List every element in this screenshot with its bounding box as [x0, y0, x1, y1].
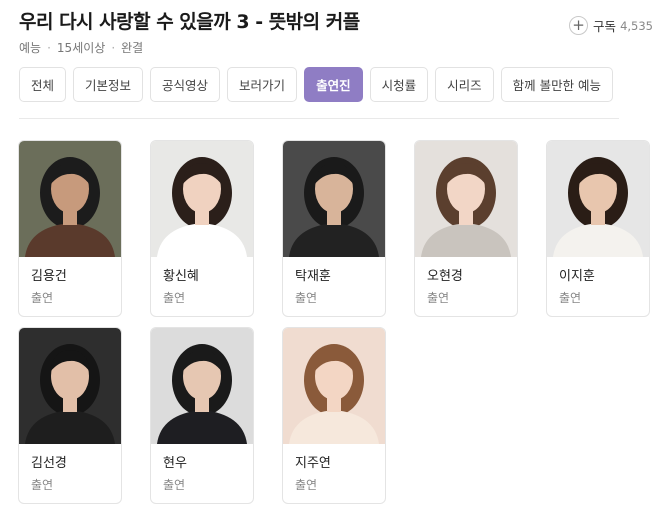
cast-role: 출연	[31, 291, 54, 305]
tab-7[interactable]: 함께 볼만한 예능	[500, 67, 614, 102]
cast-card[interactable]: 현우출연	[150, 327, 254, 504]
tab-3[interactable]: 보러가기	[227, 67, 298, 102]
cast-info: 황신혜출연	[151, 257, 253, 306]
cast-name[interactable]: 탁재훈	[295, 268, 385, 285]
portrait-image	[19, 328, 121, 444]
meta-genre: 예능	[19, 41, 42, 55]
divider	[19, 118, 619, 119]
cast-photo	[415, 141, 517, 257]
cast-card[interactable]: 오현경출연	[414, 140, 518, 317]
cast-role: 출연	[163, 478, 186, 492]
plus-icon: +	[569, 16, 589, 35]
cast-role: 출연	[427, 291, 450, 305]
meta-separator: ·	[111, 40, 116, 55]
portrait-image	[151, 141, 253, 257]
portrait-image	[151, 328, 253, 444]
tab-2[interactable]: 공식영상	[150, 67, 221, 102]
tab-6[interactable]: 시리즈	[435, 67, 494, 102]
cast-info: 김용건출연	[19, 257, 121, 306]
subscribe-count: 4,535	[620, 18, 653, 33]
cast-photo	[283, 328, 385, 444]
portrait-image	[283, 328, 385, 444]
cast-info: 이지훈출연	[547, 257, 649, 306]
cast-name[interactable]: 지주연	[295, 455, 385, 472]
subscribe-button[interactable]: + 구독 4,535	[569, 16, 653, 35]
tab-0[interactable]: 전체	[19, 67, 67, 102]
cast-name[interactable]: 이지훈	[559, 268, 649, 285]
cast-role: 출연	[295, 478, 318, 492]
cast-name[interactable]: 김용건	[31, 268, 121, 285]
cast-photo	[151, 141, 253, 257]
cast-card[interactable]: 탁재훈출연	[282, 140, 386, 317]
portrait-image	[415, 141, 517, 257]
subscribe-label: 구독	[593, 19, 617, 34]
cast-info: 지주연출연	[283, 444, 385, 493]
meta-rating: 15세이상	[56, 41, 106, 55]
cast-name[interactable]: 현우	[163, 455, 253, 472]
cast-photo	[283, 141, 385, 257]
cast-name[interactable]: 오현경	[427, 268, 517, 285]
cast-card[interactable]: 김선경출연	[18, 327, 122, 504]
cast-info: 현우출연	[151, 444, 253, 493]
page-title: 우리 다시 사랑할 수 있을까 3 - 뜻밖의 커플	[19, 11, 360, 33]
cast-card[interactable]: 김용건출연	[18, 140, 122, 317]
cast-role: 출연	[31, 478, 54, 492]
cast-name[interactable]: 김선경	[31, 455, 121, 472]
portrait-image	[19, 141, 121, 257]
cast-info: 탁재훈출연	[283, 257, 385, 306]
cast-role: 출연	[163, 291, 186, 305]
tab-bar: 전체 기본정보 공식영상 보러가기 출연진 시청률 시리즈 함께 볼만한 예능	[19, 67, 614, 102]
cast-info: 김선경출연	[19, 444, 121, 493]
cast-grid: 김용건 출연 황신혜 출연 탁재훈 출연 오현경 출연 이지훈 출연 김선경 출연 현우 출연 지주연 출연	[18, 140, 650, 504]
cast-name[interactable]: 황신혜	[163, 268, 253, 285]
cast-info: 오현경출연	[415, 257, 517, 306]
cast-photo	[19, 328, 121, 444]
cast-role: 출연	[559, 291, 582, 305]
program-header: 우리 다시 사랑할 수 있을까 3 - 뜻밖의 커플 예능 · 15세이상 · …	[19, 9, 653, 59]
meta-status: 완결	[121, 41, 144, 55]
portrait-image	[547, 141, 649, 257]
cast-photo	[19, 141, 121, 257]
program-meta: 예능 · 15세이상 · 완결	[19, 39, 143, 56]
cast-photo	[151, 328, 253, 444]
cast-role: 출연	[295, 291, 318, 305]
cast-card[interactable]: 황신혜출연	[150, 140, 254, 317]
tab-4[interactable]: 출연진	[304, 67, 363, 102]
tab-5[interactable]: 시청률	[369, 67, 429, 102]
cast-photo	[547, 141, 649, 257]
portrait-image	[283, 141, 385, 257]
cast-card[interactable]: 이지훈출연	[546, 140, 650, 317]
cast-card[interactable]: 지주연출연	[282, 327, 386, 504]
tab-1[interactable]: 기본정보	[73, 67, 144, 102]
meta-separator: ·	[47, 40, 51, 55]
